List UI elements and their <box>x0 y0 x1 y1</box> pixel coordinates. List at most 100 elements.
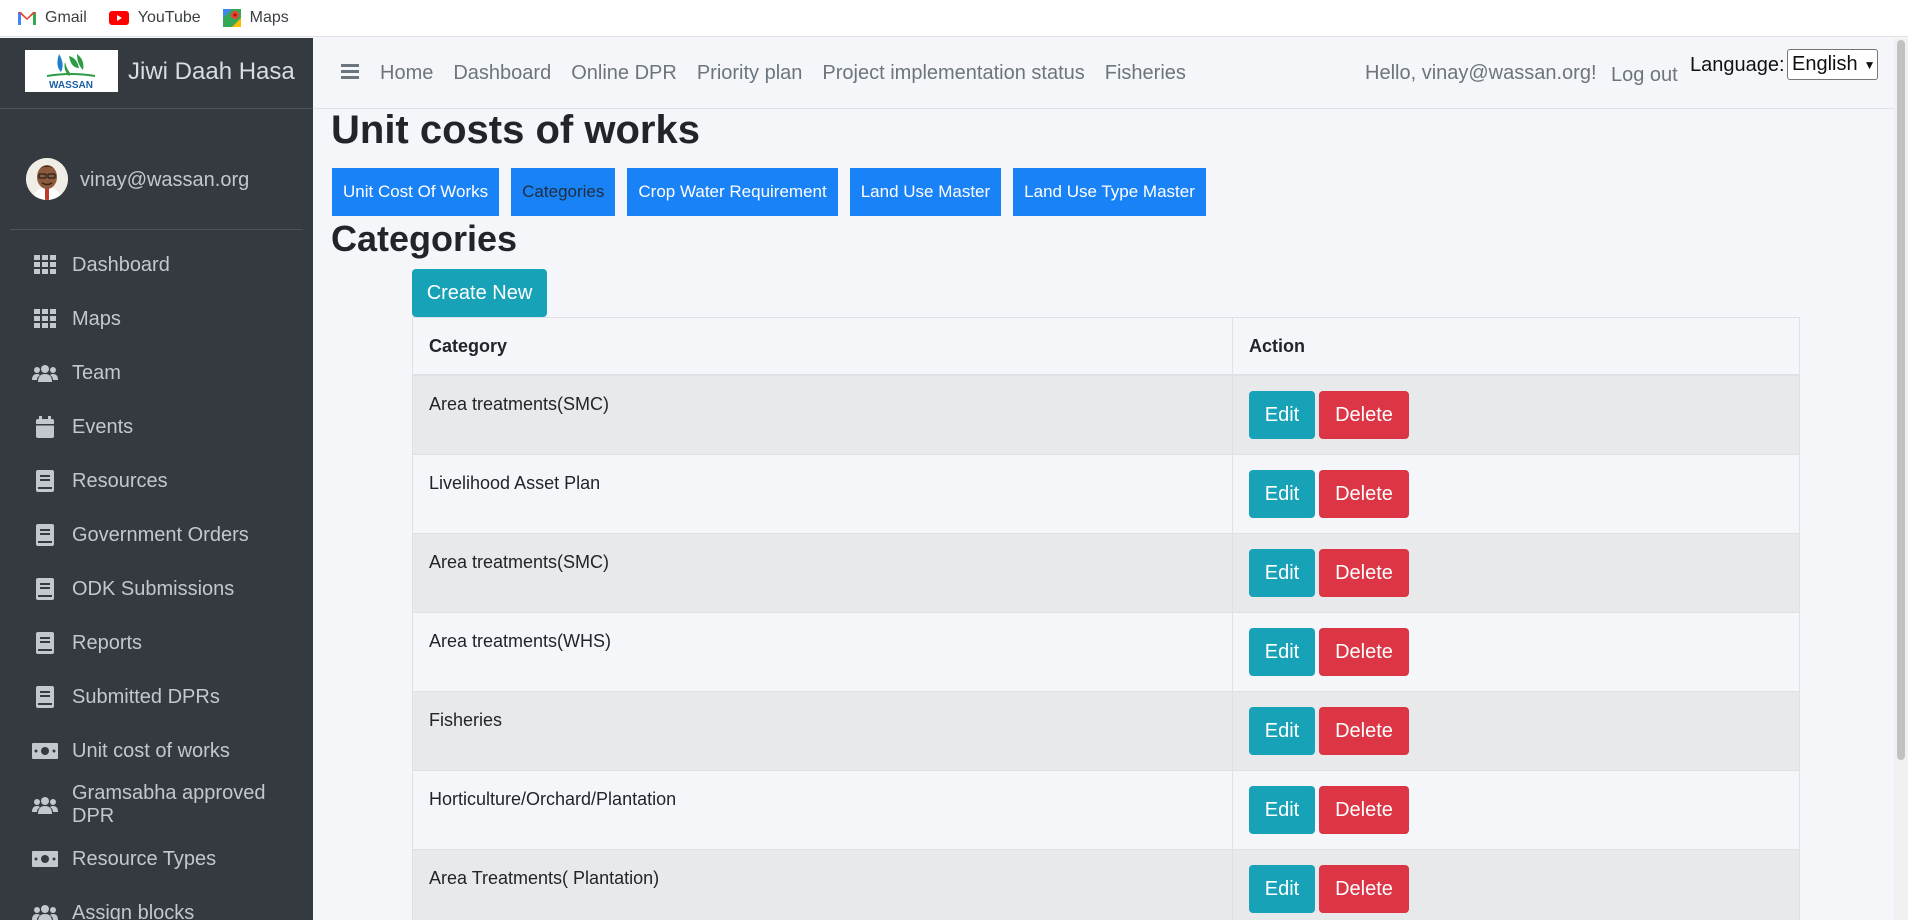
sidebar-item-label: Team <box>72 361 121 384</box>
wassan-logo: WASSAN <box>25 50 118 92</box>
table-row: Area treatments(WHS) Edit Delete <box>413 613 1799 692</box>
sidebar-item-resources[interactable]: Resources <box>0 454 313 508</box>
user-panel[interactable]: vinay@wassan.org <box>10 118 303 230</box>
bookmark-youtube[interactable]: YouTube <box>108 9 201 27</box>
sidebar-item-label: Resource Types <box>72 847 217 870</box>
page-scrollbar[interactable] <box>1894 38 1908 920</box>
sidebar-item-label: Dashboard <box>72 253 170 276</box>
money-icon <box>32 846 58 872</box>
column-header-category: Category <box>413 318 1233 374</box>
edit-button[interactable]: Edit <box>1249 391 1315 439</box>
gmail-icon <box>18 12 36 25</box>
bookmark-label: Maps <box>249 9 289 26</box>
sidebar-item-maps[interactable]: Maps <box>0 292 313 346</box>
sidebar-item-assign-blocks[interactable]: Assign blocks <box>0 886 313 920</box>
action-cell: Edit Delete <box>1233 376 1799 454</box>
sidebar-item-label: Unit cost of works <box>72 739 230 762</box>
edit-button[interactable]: Edit <box>1249 707 1315 755</box>
bookmark-label: Gmail <box>45 9 87 26</box>
chevron-down-icon: ▼ <box>1863 57 1876 72</box>
bookmark-label: YouTube <box>137 9 201 26</box>
sidebar-item-events[interactable]: Events <box>0 400 313 454</box>
brand-name: Jiwi Daah Hasa <box>128 58 295 85</box>
sidebar-item-label: Government Orders <box>72 523 249 546</box>
bookmark-maps[interactable]: Maps <box>222 9 289 27</box>
nav-link-dashboard[interactable]: Dashboard <box>453 62 551 85</box>
category-cell: Area Treatments( Plantation) <box>413 850 1233 920</box>
language-label: Language: <box>1690 54 1785 76</box>
sidebar-item-unit-cost-of-works[interactable]: Unit cost of works <box>0 724 313 778</box>
scrollbar-thumb[interactable] <box>1897 40 1905 760</box>
bookmark-gmail[interactable]: Gmail <box>18 9 87 27</box>
delete-button[interactable]: Delete <box>1319 470 1409 518</box>
nav-link-online-dpr[interactable]: Online DPR <box>571 62 677 85</box>
sidebar-item-resource-types[interactable]: Resource Types <box>0 832 313 886</box>
table-row: Area treatments(SMC) Edit Delete <box>413 376 1799 455</box>
delete-button[interactable]: Delete <box>1319 786 1409 834</box>
language-select[interactable]: English ▼ <box>1787 49 1878 80</box>
book-icon <box>32 684 58 710</box>
sidebar-item-odk-submissions[interactable]: ODK Submissions <box>0 562 313 616</box>
tab-land-use-type-master[interactable]: Land Use Type Master <box>1013 168 1206 216</box>
action-cell: Edit Delete <box>1233 534 1799 612</box>
book-icon <box>32 522 58 548</box>
edit-button[interactable]: Edit <box>1249 470 1315 518</box>
page-title: Unit costs of works <box>331 108 700 152</box>
nav-link-priority-plan[interactable]: Priority plan <box>697 62 803 85</box>
users-icon <box>32 792 58 818</box>
action-cell: Edit Delete <box>1233 613 1799 691</box>
action-cell: Edit Delete <box>1233 771 1799 849</box>
brand[interactable]: WASSAN Jiwi Daah Hasa <box>0 38 313 109</box>
delete-button[interactable]: Delete <box>1319 628 1409 676</box>
money-icon <box>32 738 58 764</box>
sidebar-item-team[interactable]: Team <box>0 346 313 400</box>
sidebar-item-government-orders[interactable]: Government Orders <box>0 508 313 562</box>
delete-button[interactable]: Delete <box>1319 549 1409 597</box>
section-title: Categories <box>331 218 518 259</box>
table-row: Fisheries Edit Delete <box>413 692 1799 771</box>
table-row: Area Treatments( Plantation) Edit Delete <box>413 850 1799 920</box>
category-cell: Livelihood Asset Plan <box>413 455 1233 533</box>
sidebar-item-submitted-dprs[interactable]: Submitted DPRs <box>0 670 313 724</box>
sidebar-item-dashboard[interactable]: Dashboard <box>0 238 313 292</box>
delete-button[interactable]: Delete <box>1319 391 1409 439</box>
svg-text:WASSAN: WASSAN <box>49 80 93 91</box>
column-header-action: Action <box>1249 335 1305 356</box>
logout-button[interactable]: Log out <box>1611 64 1678 87</box>
hello-user-link[interactable]: Hello, vinay@wassan.org! <box>1365 62 1597 85</box>
top-nav-links: Home Dashboard Online DPR Priority plan … <box>380 62 1206 85</box>
calendar-icon <box>32 414 58 440</box>
table-header: Category Action <box>413 318 1799 376</box>
users-icon <box>32 360 58 386</box>
sidebar-item-label: Submitted DPRs <box>72 685 220 708</box>
nav-link-home[interactable]: Home <box>380 62 433 85</box>
edit-button[interactable]: Edit <box>1249 865 1315 913</box>
top-navbar: Home Dashboard Online DPR Priority plan … <box>313 38 1908 109</box>
sidebar-item-gramsabha-approved-dpr[interactable]: Gramsabha approved DPR <box>0 778 313 832</box>
delete-button[interactable]: Delete <box>1319 865 1409 913</box>
categories-table: Category Action Area treatments(SMC) Edi… <box>412 317 1800 920</box>
tab-unit-cost-of-works[interactable]: Unit Cost Of Works <box>332 168 500 216</box>
sidebar-item-reports[interactable]: Reports <box>0 616 313 670</box>
grid-icon <box>32 306 58 332</box>
youtube-icon <box>108 11 129 25</box>
tab-land-use-master[interactable]: Land Use Master <box>849 168 1002 216</box>
create-new-button[interactable]: Create New <box>412 269 547 317</box>
tab-crop-water-requirement[interactable]: Crop Water Requirement <box>627 168 838 216</box>
grid-icon <box>32 252 58 278</box>
delete-button[interactable]: Delete <box>1319 707 1409 755</box>
edit-button[interactable]: Edit <box>1249 628 1315 676</box>
sidebar-item-label: Gramsabha approved DPR <box>72 782 266 827</box>
nav-link-fisheries[interactable]: Fisheries <box>1105 62 1186 85</box>
book-icon <box>32 468 58 494</box>
book-icon <box>32 576 58 602</box>
table-row: Livelihood Asset Plan Edit Delete <box>413 455 1799 534</box>
sidebar-item-label: ODK Submissions <box>72 577 235 600</box>
hamburger-menu-icon[interactable] <box>341 64 359 80</box>
edit-button[interactable]: Edit <box>1249 786 1315 834</box>
nav-link-project-implementation-status[interactable]: Project implementation status <box>822 62 1084 85</box>
tab-categories[interactable]: Categories <box>511 168 616 216</box>
action-cell: Edit Delete <box>1233 692 1799 770</box>
edit-button[interactable]: Edit <box>1249 549 1315 597</box>
sidebar-item-label: Assign blocks <box>72 901 195 920</box>
